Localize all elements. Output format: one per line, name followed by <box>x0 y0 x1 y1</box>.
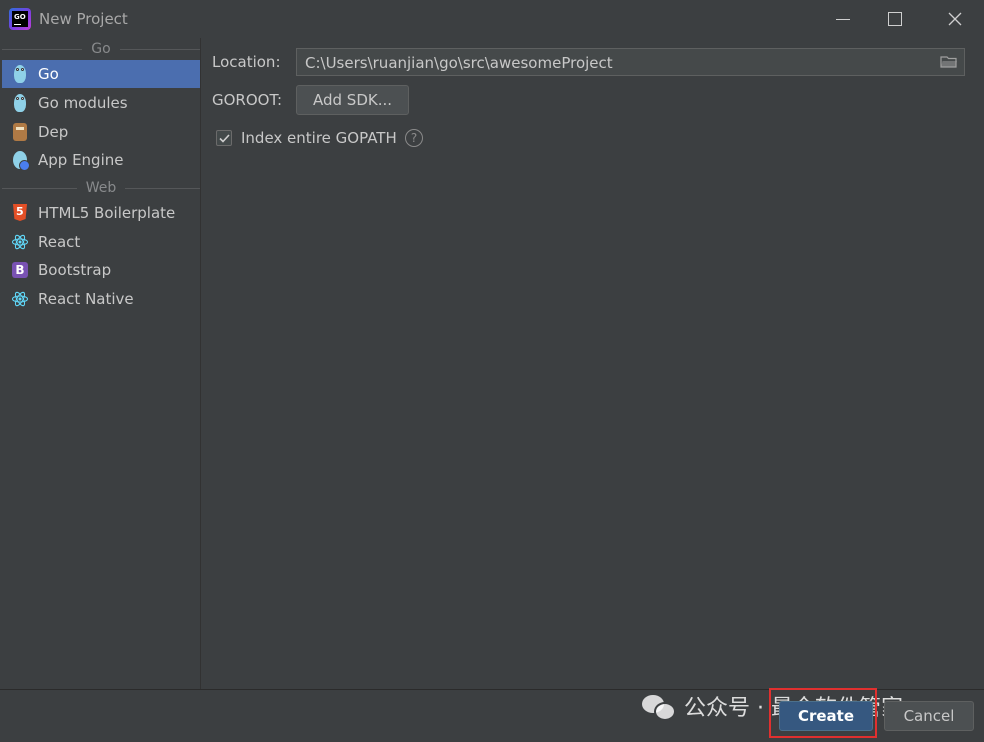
sidebar-item-label: React Native <box>38 290 134 308</box>
maximize-button[interactable] <box>870 0 920 38</box>
checkmark-icon <box>218 133 230 143</box>
wechat-icon <box>642 693 676 721</box>
sidebar-item-dep[interactable]: Dep <box>2 118 200 146</box>
app-icon-text: GO <box>12 11 28 27</box>
minimize-icon <box>836 18 850 20</box>
index-gopath-label[interactable]: Index entire GOPATH <box>241 129 397 147</box>
title-bar: GO New Project <box>0 0 984 38</box>
sidebar-item-go[interactable]: Go <box>2 60 200 88</box>
group-header-web: Web <box>2 178 200 198</box>
sidebar-item-label: Go modules <box>38 94 128 112</box>
help-icon[interactable]: ? <box>405 129 423 147</box>
sidebar-item-bootstrap[interactable]: B Bootstrap <box>2 256 200 284</box>
gopher-icon <box>14 65 26 83</box>
group-header-label: Web <box>85 180 117 196</box>
sidebar-divider <box>200 38 201 689</box>
sidebar-item-label: Go <box>38 65 59 83</box>
new-project-dialog: GO New Project Go Go Go modules Dep App … <box>0 0 984 742</box>
project-type-sidebar: Go Go Go modules Dep App Engine Web HTML… <box>2 38 201 689</box>
location-field[interactable] <box>296 48 965 77</box>
sidebar-item-html5-boilerplate[interactable]: HTML5 Boilerplate <box>2 199 200 227</box>
sidebar-item-label: React <box>38 233 81 251</box>
sidebar-item-label: Dep <box>38 123 69 141</box>
sidebar-item-label: HTML5 Boilerplate <box>38 204 176 222</box>
sidebar-item-react-native[interactable]: React Native <box>2 285 200 313</box>
index-gopath-checkbox[interactable] <box>216 130 232 146</box>
minimize-button[interactable] <box>818 0 868 38</box>
goland-app-icon: GO <box>9 8 31 30</box>
sidebar-item-label: App Engine <box>38 151 124 169</box>
highlight-box <box>769 688 877 738</box>
close-button[interactable] <box>930 0 980 38</box>
close-icon <box>948 12 962 26</box>
sidebar-item-app-engine[interactable]: App Engine <box>2 146 200 174</box>
sidebar-item-react[interactable]: React <box>2 228 200 256</box>
add-sdk-button[interactable]: Add SDK... <box>296 85 409 115</box>
sidebar-item-go-modules[interactable]: Go modules <box>2 89 200 117</box>
group-header-label: Go <box>91 41 111 57</box>
folder-icon[interactable] <box>940 55 958 68</box>
location-input[interactable] <box>297 49 937 77</box>
dep-icon <box>13 123 27 141</box>
cancel-button[interactable]: Cancel <box>884 701 974 731</box>
app-engine-icon <box>13 151 30 171</box>
maximize-icon <box>888 12 902 26</box>
react-icon <box>11 290 29 308</box>
bootstrap-icon: B <box>12 262 28 278</box>
react-icon <box>11 233 29 251</box>
goroot-label: GOROOT: <box>212 91 283 109</box>
sidebar-item-label: Bootstrap <box>38 261 112 279</box>
window-title: New Project <box>39 10 128 28</box>
location-label: Location: <box>212 53 281 71</box>
html5-icon <box>13 204 27 222</box>
group-header-go: Go <box>2 39 201 59</box>
gopher-icon <box>14 94 26 112</box>
